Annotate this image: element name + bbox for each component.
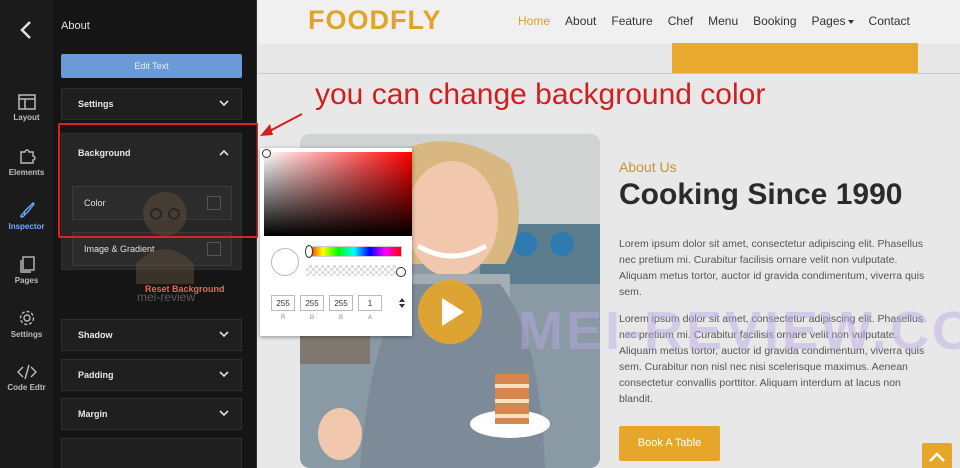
b-field: B (329, 295, 353, 321)
rail-elements-label: Elements (8, 168, 45, 177)
r-label: R (280, 315, 286, 321)
rail-settings-label: Settings (10, 330, 43, 339)
annotation-text: you can change background color (315, 78, 766, 111)
code-icon (16, 364, 37, 380)
nav-home[interactable]: Home (518, 14, 550, 28)
sv-handle[interactable] (262, 149, 271, 158)
section-margin-label: Margin (78, 409, 108, 419)
a-input[interactable] (358, 295, 382, 311)
rail-pages[interactable]: Pages (0, 255, 53, 285)
puzzle-icon (19, 149, 36, 164)
about-label: About Us (619, 159, 677, 175)
site-navbar: FOODFLY Home About Feature Chef Menu Boo… (258, 0, 960, 44)
nav-links: Home About Feature Chef Menu Booking Pag… (518, 14, 910, 28)
left-rail: Layout Elements Inspector Pages Settings (0, 0, 53, 468)
section-margin[interactable]: Margin (61, 398, 242, 430)
section-shadow[interactable]: Shadow (61, 319, 242, 351)
rail-elements[interactable]: Elements (0, 147, 53, 177)
chevron-down-icon (219, 100, 229, 107)
section-shadow-label: Shadow (78, 330, 113, 340)
chevron-down-icon (219, 371, 229, 378)
a-field: A (358, 295, 382, 321)
rail-code-editor[interactable]: Code Edtr (0, 364, 53, 392)
alpha-slider[interactable] (306, 265, 396, 276)
nav-about[interactable]: About (565, 14, 596, 28)
back-arrow-icon[interactable] (14, 17, 40, 43)
b-label: B (338, 315, 343, 321)
r-input[interactable] (271, 295, 295, 311)
scroll-top-button[interactable] (922, 443, 952, 468)
rgba-inputs: R G B A (271, 295, 382, 321)
layout-icon (17, 94, 36, 110)
reset-background-link[interactable]: Reset Background (145, 284, 225, 294)
book-table-button[interactable]: Book A Table (619, 426, 720, 461)
rail-layout[interactable]: Layout (0, 94, 53, 122)
panel-title: About (61, 20, 90, 32)
about-title: Cooking Since 1990 (619, 178, 903, 211)
caret-down-icon (847, 19, 854, 24)
rail-settings[interactable]: Settings (0, 309, 53, 339)
alpha-handle[interactable] (396, 267, 406, 277)
saturation-value-area[interactable] (262, 149, 412, 236)
g-field: G (300, 295, 324, 321)
rail-code-editor-label: Code Edtr (7, 383, 46, 392)
g-label: G (309, 315, 315, 321)
section-settings-label: Settings (78, 99, 114, 109)
nav-contact[interactable]: Contact (869, 14, 910, 28)
nav-booking[interactable]: Booking (753, 14, 796, 28)
rail-inspector-label: Inspector (8, 222, 45, 231)
nav-pages[interactable]: Pages (812, 14, 854, 28)
b-input[interactable] (329, 295, 353, 311)
site-logo[interactable]: FOODFLY (308, 5, 442, 36)
section-next[interactable] (61, 438, 242, 468)
edit-text-button[interactable]: Edit Text (61, 54, 242, 78)
nav-pages-label: Pages (811, 14, 846, 28)
r-field: R (271, 295, 295, 321)
chevron-up-icon (929, 452, 945, 462)
section-settings[interactable]: Settings (61, 88, 242, 120)
gear-icon (19, 310, 34, 326)
top-yellow-block (672, 43, 918, 73)
image-gradient-swatch[interactable] (207, 242, 221, 256)
nav-chef[interactable]: Chef (668, 14, 693, 28)
pages-icon (19, 256, 35, 273)
brush-icon (19, 202, 35, 218)
nav-menu[interactable]: Menu (708, 14, 738, 28)
chevron-down-icon (219, 331, 229, 338)
rail-inspector[interactable]: Inspector (0, 201, 53, 231)
divider (258, 73, 960, 74)
red-arrow-icon (260, 113, 303, 136)
watermark-big: MEI-REVIEW.COM (518, 301, 960, 361)
color-preview (271, 248, 299, 276)
rail-layout-label: Layout (13, 113, 40, 122)
spinner-icon[interactable] (399, 297, 405, 309)
chevron-down-icon (219, 410, 229, 417)
about-paragraph-1: Lorem ipsum dolor sit amet, consectetur … (619, 238, 925, 298)
a-label: A (367, 315, 372, 321)
play-button-icon[interactable] (416, 278, 484, 346)
highlight-box (58, 123, 259, 238)
rail-pages-label: Pages (14, 276, 39, 285)
hue-handle[interactable] (305, 245, 313, 258)
hue-slider[interactable] (305, 245, 402, 258)
g-input[interactable] (300, 295, 324, 311)
color-picker: R G B A (260, 148, 412, 336)
section-padding[interactable]: Padding (61, 359, 242, 391)
nav-feature[interactable]: Feature (611, 14, 652, 28)
section-padding-label: Padding (78, 370, 114, 380)
